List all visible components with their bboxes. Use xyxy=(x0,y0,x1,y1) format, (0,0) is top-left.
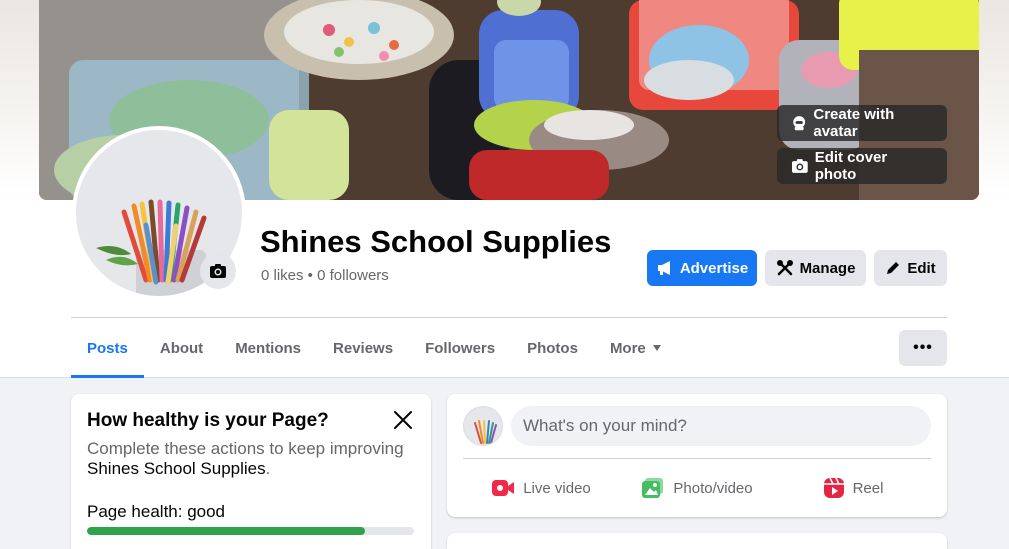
page-tabs: Posts About Mentions Reviews Followers P… xyxy=(71,318,678,378)
edit-cover-photo-button[interactable]: Edit cover photo xyxy=(777,148,947,184)
avatar-icon xyxy=(793,116,806,131)
page-health-status: Page health: good xyxy=(87,502,226,521)
reel-label: Reel xyxy=(852,479,884,497)
tab-more[interactable]: More xyxy=(594,318,678,378)
page-health-description: Complete these actions to keep improving… xyxy=(87,439,417,479)
page-health-description-end: . xyxy=(265,459,271,478)
post-composer: What's on your mind? Live video Photo/vi… xyxy=(447,394,947,517)
live-video-button[interactable]: Live video xyxy=(463,470,619,506)
camera-icon xyxy=(210,264,226,278)
more-options-button[interactable]: ••• xyxy=(899,330,947,366)
composer-actions: Live video Photo/video Reel xyxy=(463,470,931,506)
page-health-card: How healthy is your Page? Complete these… xyxy=(71,394,431,549)
manage-label: Manage xyxy=(799,259,856,277)
reel-icon xyxy=(823,477,844,498)
tab-label: Photos xyxy=(527,339,578,357)
tools-icon xyxy=(776,260,793,276)
create-with-avatar-label: Create with avatar xyxy=(813,106,895,140)
megaphone-icon xyxy=(657,261,670,275)
create-with-avatar-button[interactable]: Create with avatar xyxy=(777,105,947,141)
page-health-title: How healthy is your Page? xyxy=(87,410,329,431)
tab-label: Posts xyxy=(87,339,128,357)
pencil-icon xyxy=(887,262,900,274)
advertise-button[interactable]: Advertise xyxy=(647,250,757,286)
tab-label: Mentions xyxy=(235,339,302,357)
photo-video-icon xyxy=(642,478,664,498)
photo-video-button[interactable]: Photo/video xyxy=(619,470,775,506)
live-video-icon xyxy=(492,480,515,496)
tab-about[interactable]: About xyxy=(144,318,219,378)
tab-mentions[interactable]: Mentions xyxy=(219,318,317,378)
composer-divider xyxy=(463,458,931,459)
edit-cover-photo-label: Edit cover photo xyxy=(814,149,888,183)
manage-button[interactable]: Manage xyxy=(765,250,866,286)
tab-label: About xyxy=(159,339,204,357)
tab-label: Reviews xyxy=(333,339,394,357)
composer-placeholder: What's on your mind? xyxy=(523,416,687,435)
live-video-label: Live video xyxy=(523,479,591,497)
tab-followers[interactable]: Followers xyxy=(409,318,511,378)
tab-label: Followers xyxy=(425,339,496,357)
reel-button[interactable]: Reel xyxy=(775,470,931,506)
page-health-page-name: Shines School Supplies xyxy=(87,459,266,478)
page-title: Shines School Supplies xyxy=(260,224,612,259)
tab-reviews[interactable]: Reviews xyxy=(317,318,409,378)
feed-card xyxy=(447,533,947,549)
update-profile-picture-button[interactable] xyxy=(200,253,236,289)
edit-label: Edit xyxy=(907,259,936,277)
page-health-progress-bar xyxy=(87,527,414,535)
tab-photos[interactable]: Photos xyxy=(511,318,594,378)
edit-button[interactable]: Edit xyxy=(874,250,947,286)
photo-video-label: Photo/video xyxy=(673,479,753,497)
composer-input[interactable]: What's on your mind? xyxy=(511,406,931,446)
avatar[interactable] xyxy=(463,406,503,446)
caret-down-icon xyxy=(652,345,661,351)
tab-posts[interactable]: Posts xyxy=(71,318,144,378)
page-health-description-text: Complete these actions to keep improving xyxy=(87,439,404,458)
page-stats[interactable]: 0 likes • 0 followers xyxy=(261,267,389,284)
page-health-progress-fill xyxy=(87,527,365,535)
camera-icon xyxy=(791,159,808,173)
close-icon[interactable] xyxy=(391,408,415,432)
tab-label: More xyxy=(609,339,646,357)
advertise-label: Advertise xyxy=(679,259,749,277)
